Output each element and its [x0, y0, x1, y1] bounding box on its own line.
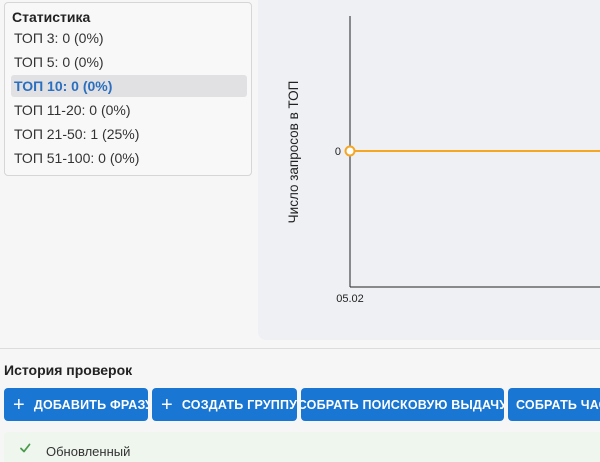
chart-panel: Число запросов в ТОП 0 05.02	[258, 0, 600, 340]
stats-item-top5[interactable]: ТОП 5: 0 (0%)	[11, 51, 247, 73]
check-icon	[20, 443, 31, 453]
y-axis-label: Число запросов в ТОП	[286, 81, 301, 224]
create-group-button[interactable]: + СОЗДАТЬ ГРУППУ	[152, 388, 297, 421]
statistics-list: ТОП 3: 0 (0%) ТОП 5: 0 (0%) ТОП 10: 0 (0…	[11, 27, 247, 171]
x-tick-label: 05.02	[336, 293, 364, 305]
stats-item-top11-20[interactable]: ТОП 11-20: 0 (0%)	[11, 99, 247, 121]
y-tick-label: 0	[335, 146, 341, 158]
section-divider	[0, 348, 600, 349]
add-phrase-label: ДОБАВИТЬ ФРАЗУ	[33, 397, 148, 412]
statistics-title: Статистика	[12, 9, 91, 25]
add-phrase-button[interactable]: + ДОБАВИТЬ ФРАЗУ	[4, 388, 148, 421]
collect-frequency-label: СОБРАТЬ ЧАСТ	[516, 397, 600, 412]
stats-item-top3[interactable]: ТОП 3: 0 (0%)	[11, 27, 247, 49]
history-title: История проверок	[4, 362, 133, 378]
status-notice: Обновленный	[4, 432, 600, 462]
stats-item-top51-100[interactable]: ТОП 51-100: 0 (0%)	[11, 147, 247, 169]
collect-serp-label: СОБРАТЬ ПОИСКОВУЮ ВЫДАЧУ	[301, 397, 504, 412]
stats-item-top21-50[interactable]: ТОП 21-50: 1 (25%)	[11, 123, 247, 145]
plus-icon: +	[161, 393, 173, 416]
notice-text: Обновленный	[46, 444, 131, 459]
plus-icon: +	[13, 393, 25, 416]
create-group-label: СОЗДАТЬ ГРУППУ	[181, 397, 297, 412]
statistics-panel: Статистика ТОП 3: 0 (0%) ТОП 5: 0 (0%) Т…	[4, 2, 252, 176]
data-point[interactable]	[344, 145, 356, 157]
collect-frequency-button[interactable]: СОБРАТЬ ЧАСТ	[508, 388, 600, 421]
positions-chart: Число запросов в ТОП 0 05.02	[286, 16, 600, 305]
stats-item-top10[interactable]: ТОП 10: 0 (0%)	[11, 75, 247, 97]
collect-serp-button[interactable]: СОБРАТЬ ПОИСКОВУЮ ВЫДАЧУ	[301, 388, 504, 421]
